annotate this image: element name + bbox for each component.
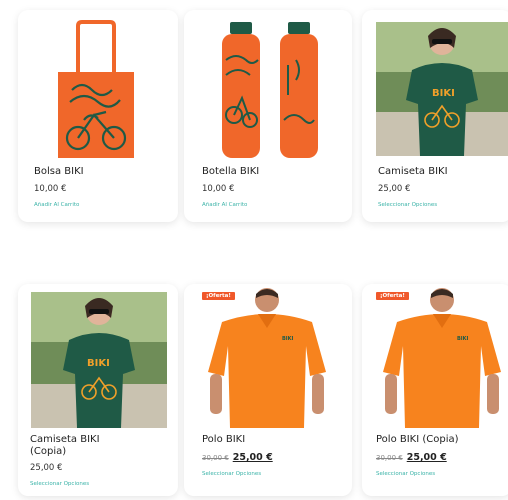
product-image-tshirt-model[interactable]: BIKI xyxy=(31,292,167,428)
select-options-button[interactable]: Seleccionar Opciones xyxy=(30,481,89,487)
old-price: 30,00 € xyxy=(376,454,403,462)
select-options-button[interactable]: Seleccionar Opciones xyxy=(378,202,437,208)
add-to-cart-button[interactable]: Añadir Al Carrito xyxy=(34,202,79,208)
sale-price: 25,00 € xyxy=(406,452,447,463)
product-price: 10,00 € xyxy=(202,184,235,194)
brand-mark: BIKI xyxy=(457,336,469,342)
old-price: 30,00 € xyxy=(202,454,229,462)
product-price: 30,00 €25,00 € xyxy=(376,452,447,463)
product-image-bottle[interactable] xyxy=(216,20,324,160)
product-price: 25,00 € xyxy=(378,184,411,194)
sale-badge: ¡Oferta! xyxy=(202,292,235,300)
product-title[interactable]: Botella BIKI xyxy=(202,166,259,178)
product-title[interactable]: Polo BIKI (Copia) xyxy=(376,434,459,446)
sale-price: 25,00 € xyxy=(232,452,273,463)
brand-mark: BIKI xyxy=(282,336,294,342)
select-options-button[interactable]: Seleccionar Opciones xyxy=(376,471,435,477)
product-title-line2[interactable]: (Copia) xyxy=(30,446,66,458)
product-image-tote-bag[interactable] xyxy=(40,20,152,160)
product-title[interactable]: Bolsa BIKI xyxy=(34,166,84,178)
product-image-polo-model[interactable]: BIKI xyxy=(202,288,332,428)
brand-mark: BIKI xyxy=(87,358,110,369)
product-price: 10,00 € xyxy=(34,184,67,194)
product-price: 30,00 €25,00 € xyxy=(202,452,273,463)
product-image-polo-model[interactable]: BIKI xyxy=(378,288,506,428)
product-title[interactable]: Camiseta BIKI xyxy=(30,434,100,446)
select-options-button[interactable]: Seleccionar Opciones xyxy=(202,471,261,477)
brand-mark: BIKI xyxy=(432,88,455,99)
add-to-cart-button[interactable]: Añadir Al Carrito xyxy=(202,202,247,208)
product-price: 25,00 € xyxy=(30,463,63,473)
product-title[interactable]: Camiseta BIKI xyxy=(378,166,448,178)
sale-badge: ¡Oferta! xyxy=(376,292,409,300)
product-image-tshirt-model[interactable]: BIKI xyxy=(376,22,508,156)
product-title[interactable]: Polo BIKI xyxy=(202,434,245,446)
